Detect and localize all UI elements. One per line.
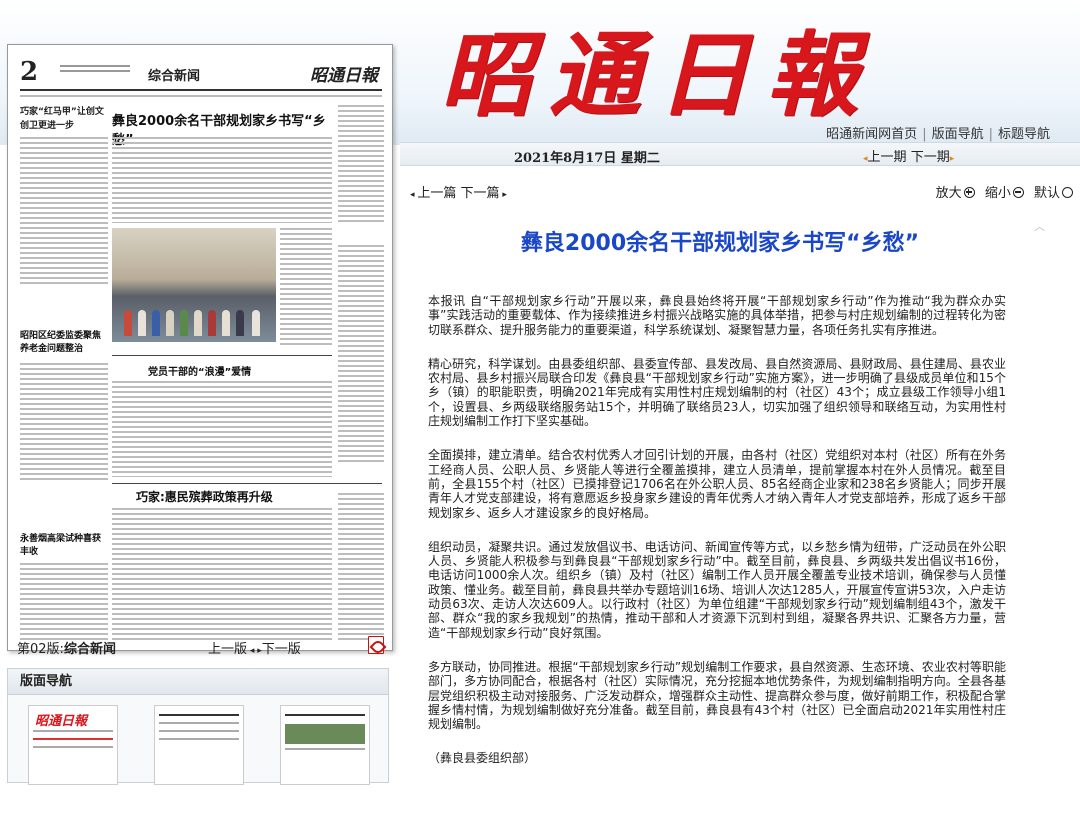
- article-prev-next: ◂ 上一篇 下一篇 ▸: [410, 182, 507, 201]
- zoom-default-label: 默认: [1033, 186, 1060, 201]
- article-body: 本报讯 自“干部规划家乡行动”开展以来，彝良县始终将开展“干部规划家乡行动”作为…: [428, 294, 1006, 766]
- thumbnail-text-block: [112, 137, 332, 223]
- thumbnail-text-block: [20, 563, 108, 643]
- page-label-prefix: 第02版:: [17, 642, 64, 657]
- link-separator: |: [922, 127, 927, 142]
- masthead-logo: 昭 通 日 報: [440, 10, 860, 129]
- issue-nav: ◂上一期 下一期▸: [863, 146, 954, 165]
- top-links: 昭通新闻网首页 | 版面导航 | 标题导航: [826, 123, 1050, 142]
- thumbnail-side2-title: 永善烟高梁试种喜获丰收: [20, 534, 102, 557]
- thumbnail-page-number: 2: [20, 57, 39, 87]
- masthead-char: 日: [657, 21, 752, 129]
- pdf-download-icon[interactable]: [368, 636, 384, 654]
- thumbnail-photo: [112, 228, 276, 342]
- thumbnail-lede-title: 巧家“红马甲”让创文创卫更进一步: [20, 107, 104, 131]
- next-article-link[interactable]: 下一篇: [461, 186, 500, 201]
- masthead-char: 昭: [440, 21, 535, 129]
- photo-figure: [124, 310, 132, 336]
- thumbnail-meta: [60, 65, 130, 81]
- page-label: 第02版:综合新闻: [17, 638, 116, 657]
- prev-page-arrow-icon: ◂: [247, 646, 258, 656]
- masthead-char: 報: [765, 21, 860, 129]
- article-signature: （彝良县委组织部）: [428, 751, 537, 766]
- thumbnail-text-block: [112, 381, 332, 477]
- photo-figure: [194, 310, 202, 336]
- next-page-link[interactable]: 下一版: [262, 642, 301, 657]
- circle-icon: [1062, 187, 1073, 198]
- photo-figure: [222, 310, 230, 336]
- date-bar: 2021年8月17日 星期二 ◂上一期 下一期▸: [400, 142, 1080, 166]
- article-paragraph: 精心研究，科学谋划。由县委组织部、县委宣传部、县发改局、县自然资源局、县财政局、…: [428, 356, 1006, 429]
- thumbnail-side1-title: 昭阳区纪委监委聚焦养老金问题整治: [20, 331, 102, 354]
- article-paragraph: 全面摸排，建立清单。结合农村优秀人才回引计划的开展，由各村（社区）党组织对本村（…: [428, 448, 1006, 520]
- thumbnail-box1-title: 党员干部的“浪漫”爱情: [148, 367, 252, 378]
- thumbnail-logo: 昭通日報: [310, 66, 378, 86]
- next-issue-arrow-icon: ▸: [949, 154, 955, 164]
- layout-thumb-1[interactable]: 昭通日報: [28, 705, 118, 785]
- thumbnail-rule: [112, 355, 332, 356]
- layout-nav-panel: 版面导航 昭通日報: [7, 668, 389, 785]
- thumbnail-header: 2 综合新闻 昭通日報: [20, 57, 382, 91]
- photo-figure: [138, 310, 146, 336]
- home-link[interactable]: 昭通新闻网首页: [826, 127, 917, 142]
- thumbnail-rule: [112, 483, 382, 484]
- article-paragraph: 组织动员，凝聚共识。通过发放倡议书、电话访问、新闻宣传等方式，以乡愁乡情为纽带，…: [428, 539, 1006, 640]
- thumbnail-subheader: [20, 95, 382, 101]
- next-issue-link[interactable]: 下一期: [911, 150, 950, 165]
- thumbnail-text-block: [338, 105, 384, 225]
- zoom-in-label: 放大: [935, 186, 962, 201]
- thumbnail-text-block: [112, 508, 332, 643]
- thumbnail-text-block: [280, 228, 332, 348]
- layout-thumb-3[interactable]: [280, 705, 370, 785]
- photo-figure: [166, 310, 174, 336]
- mini-logo: 昭通日報: [35, 714, 88, 729]
- thumbnail-section: 综合新闻: [148, 69, 201, 84]
- article-toolbar: ◂ 上一篇 下一篇 ▸ 放大 缩小 默认: [405, 182, 1075, 202]
- zoom-default-button[interactable]: 默认: [1034, 186, 1073, 201]
- masthead-char: 通: [548, 21, 643, 129]
- prev-issue-link[interactable]: 上一期: [868, 150, 907, 165]
- zoom-controls: 放大 缩小 默认: [930, 182, 1073, 201]
- title-nav-link[interactable]: 标题导航: [998, 127, 1050, 142]
- article-title: 彝良2000余名干部规划家乡书写“乡愁”: [520, 231, 920, 256]
- photo-figure: [152, 310, 160, 336]
- photo-figure: [208, 310, 216, 336]
- plus-circle-icon: [963, 187, 975, 198]
- next-article-arrow-icon: ▸: [499, 190, 507, 200]
- layout-nav-title: 版面导航: [8, 669, 388, 695]
- article-paragraph: 多方联动，协同推进。根据“干部规划家乡行动”规划编制工作要求，县自然资源、生态环…: [428, 659, 1006, 732]
- page-nav: 上一版 ◂ ▸下一版: [208, 638, 301, 657]
- left-panel: 2 综合新闻 昭通日報 巧家“红马甲”让创文创卫更进一步 彝良2000余名干部规…: [0, 38, 400, 821]
- thumbnail-box2-title: 巧家:惠民殡葬政策再升级: [136, 490, 273, 504]
- prev-article-link[interactable]: 上一篇: [417, 186, 456, 201]
- zoom-out-button[interactable]: 缩小: [985, 186, 1024, 201]
- page-label-name: 综合新闻: [63, 642, 116, 657]
- zoom-in-button[interactable]: 放大: [936, 186, 975, 201]
- photo-figure: [252, 310, 260, 336]
- article-paragraph: 本报讯 自“干部规划家乡行动”开展以来，彝良县始终将开展“干部规划家乡行动”作为…: [428, 294, 1006, 337]
- photo-figure: [180, 310, 188, 336]
- thumbnail-text-block: [338, 245, 384, 465]
- scroll-up-icon[interactable]: ︿: [1034, 218, 1046, 233]
- link-separator: |: [988, 127, 993, 142]
- thumbnail-text-block: [338, 493, 384, 643]
- layout-thumb-2[interactable]: [154, 705, 244, 785]
- minus-circle-icon: [1012, 187, 1024, 198]
- photo-figure: [236, 310, 244, 336]
- thumbnail-text-block: [20, 137, 108, 287]
- zoom-out-label: 缩小: [984, 186, 1011, 201]
- thumbnail-text-block: [20, 363, 108, 483]
- page-thumbnail[interactable]: 2 综合新闻 昭通日報 巧家“红马甲”让创文创卫更进一步 彝良2000余名干部规…: [7, 44, 393, 651]
- issue-date: 2021年8月17日 星期二: [514, 151, 660, 166]
- layout-nav-link[interactable]: 版面导航: [932, 127, 984, 142]
- prev-page-link[interactable]: 上一版: [208, 642, 247, 657]
